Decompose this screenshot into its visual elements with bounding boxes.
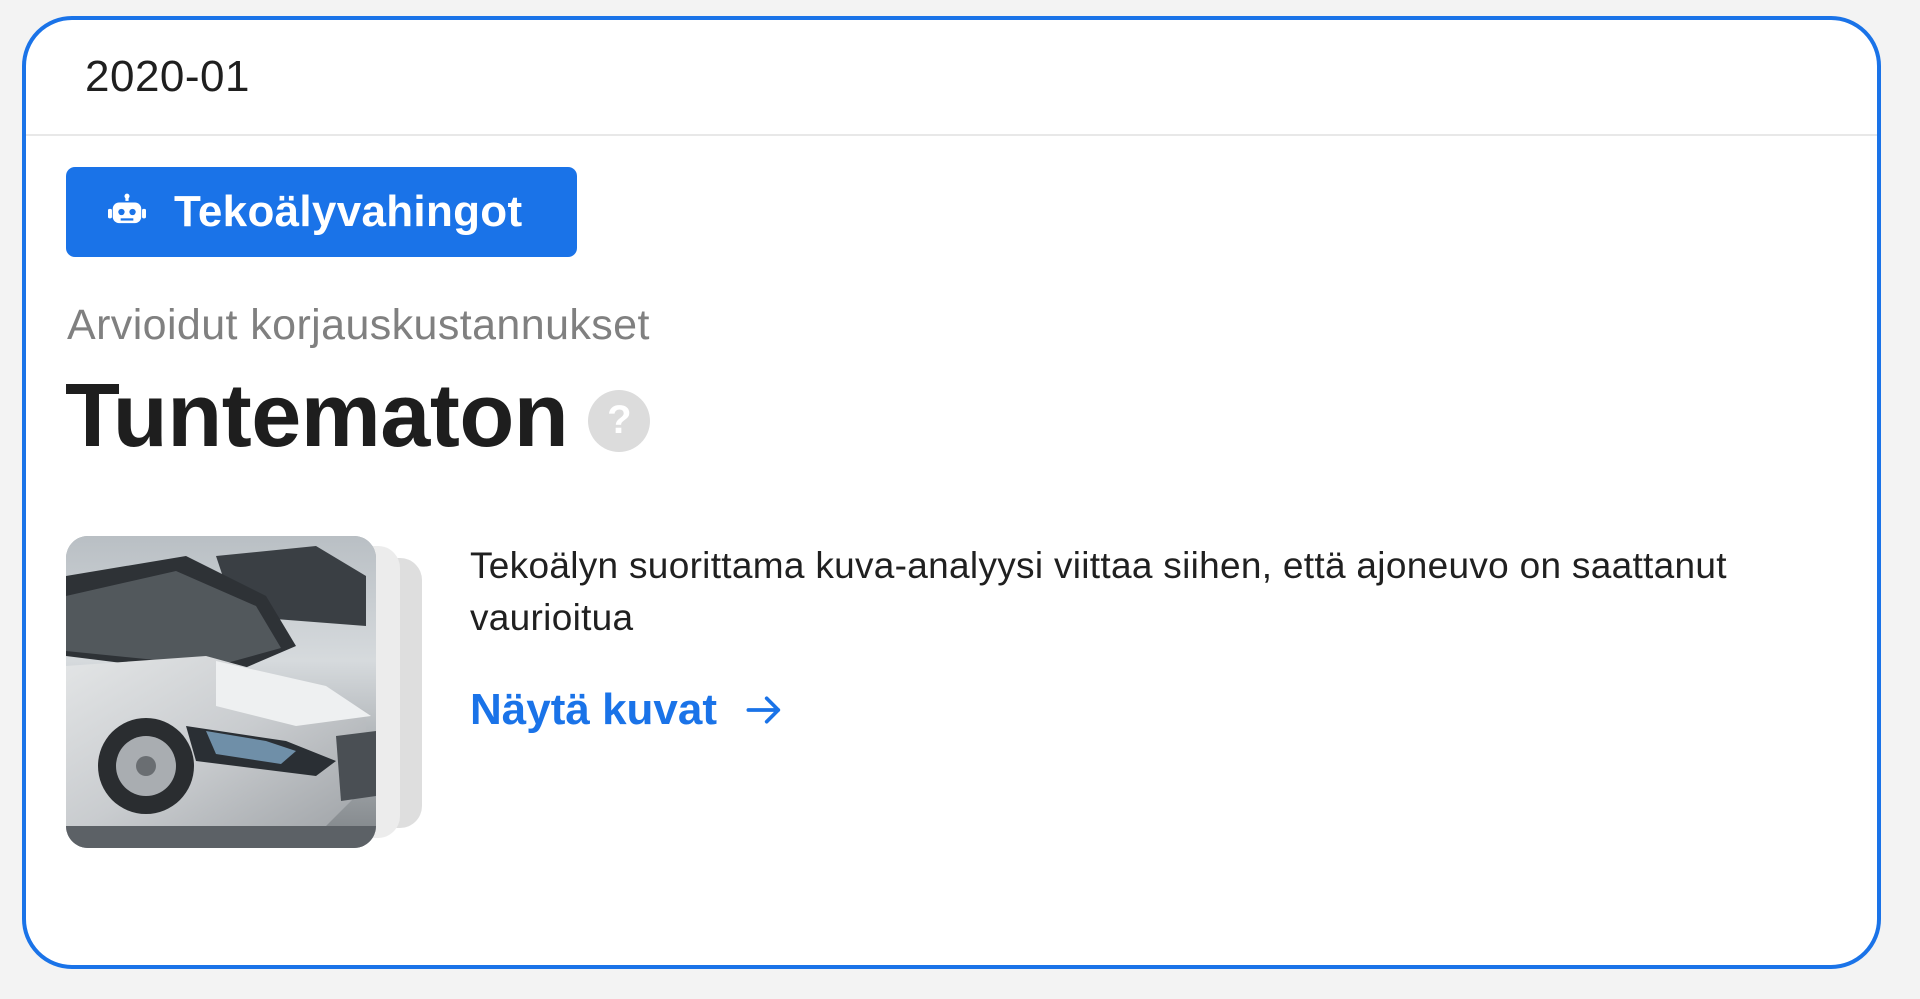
estimate-value-row: Tuntematon ?: [65, 365, 651, 468]
damage-report-card: 2020-01 Tekoälyvahingot Arvioidut korjau…: [22, 16, 1881, 969]
damage-photo-stack[interactable]: [66, 536, 426, 848]
robot-icon: [106, 191, 148, 233]
estimated-costs-label: Arvioidut korjauskustannukset: [67, 301, 650, 349]
arrow-right-icon: [745, 693, 785, 727]
car-damage-photo: [66, 536, 376, 848]
estimate-value: Tuntematon: [65, 366, 569, 466]
ai-analysis-description: Tekoälyn suorittama kuva-analyysi viitta…: [470, 545, 1727, 638]
show-images-label: Näytä kuvat: [470, 685, 718, 734]
report-date: 2020-01: [85, 52, 250, 101]
ai-damages-badge[interactable]: Tekoälyvahingot: [66, 167, 577, 257]
ai-damages-label: Tekoälyvahingot: [174, 187, 523, 236]
show-images-link[interactable]: Näytä kuvat: [470, 685, 785, 735]
question-mark-icon[interactable]: ?: [588, 389, 651, 452]
card-header: 2020-01: [26, 20, 1877, 136]
